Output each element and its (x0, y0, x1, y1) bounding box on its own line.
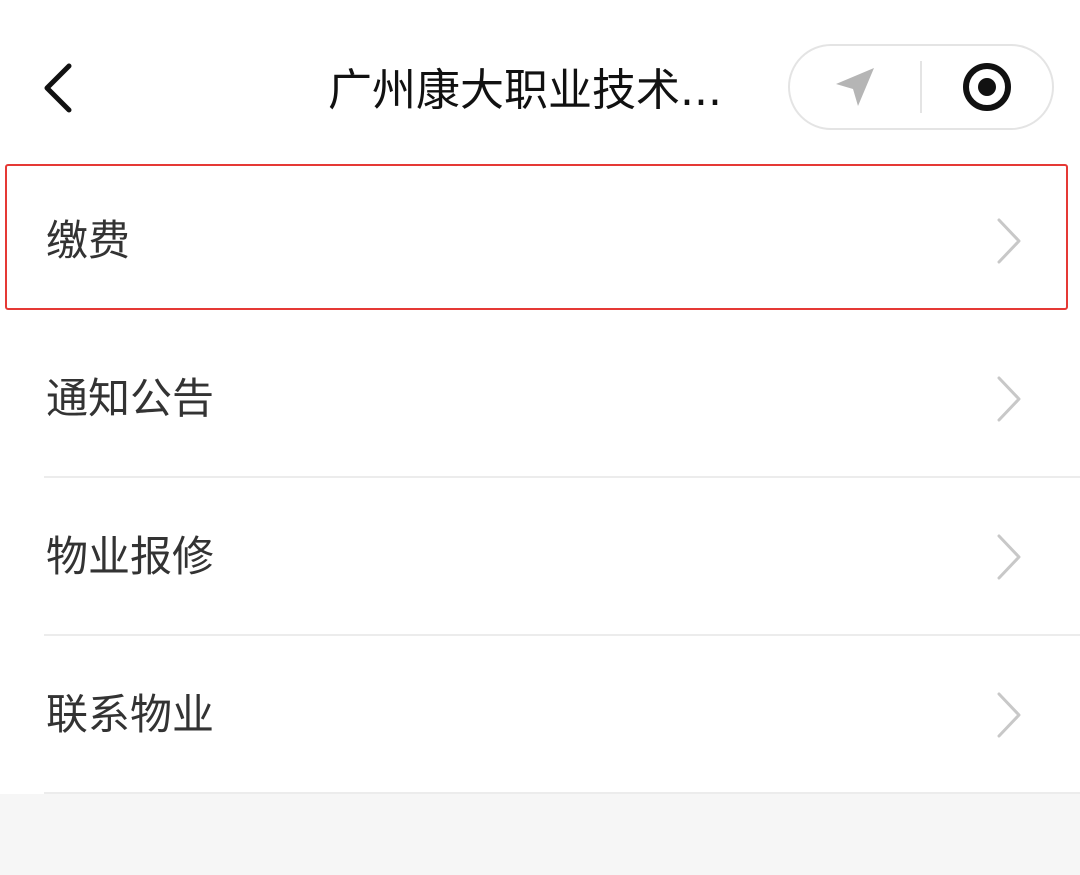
menu-item-label: 通知公告 (46, 374, 215, 423)
chevron-right-icon (997, 376, 1021, 422)
chevron-left-icon (44, 63, 72, 113)
menu-item-label: 联系物业 (46, 690, 215, 739)
menu-item-label: 物业报修 (46, 532, 215, 581)
navigation-bar: 广州康大职业技术... (0, 0, 1080, 162)
menu-item-payment[interactable]: 缴费 (0, 162, 1080, 320)
menu-item-contact-property[interactable]: 联系物业 (0, 636, 1080, 794)
location-arrow-icon (836, 68, 874, 106)
mini-program-capsule (788, 44, 1054, 130)
location-button[interactable] (790, 46, 920, 128)
page-title: 广州康大职业技术... (328, 65, 722, 116)
page: 广州康大职业技术... 缴费 通知公告 物业报修 联系物业 (0, 0, 1080, 875)
chevron-right-icon (997, 692, 1021, 738)
menu-item-repair[interactable]: 物业报修 (0, 478, 1080, 636)
record-target-icon (962, 63, 1011, 111)
menu-item-label: 缴费 (46, 216, 131, 265)
menu-item-notices[interactable]: 通知公告 (0, 320, 1080, 478)
chevron-right-icon (997, 218, 1021, 264)
chevron-right-icon (997, 534, 1021, 580)
close-mini-program-button[interactable] (922, 46, 1052, 128)
menu-list: 缴费 通知公告 物业报修 联系物业 (0, 162, 1080, 794)
back-button[interactable] (22, 52, 94, 124)
list-divider (44, 792, 1080, 794)
